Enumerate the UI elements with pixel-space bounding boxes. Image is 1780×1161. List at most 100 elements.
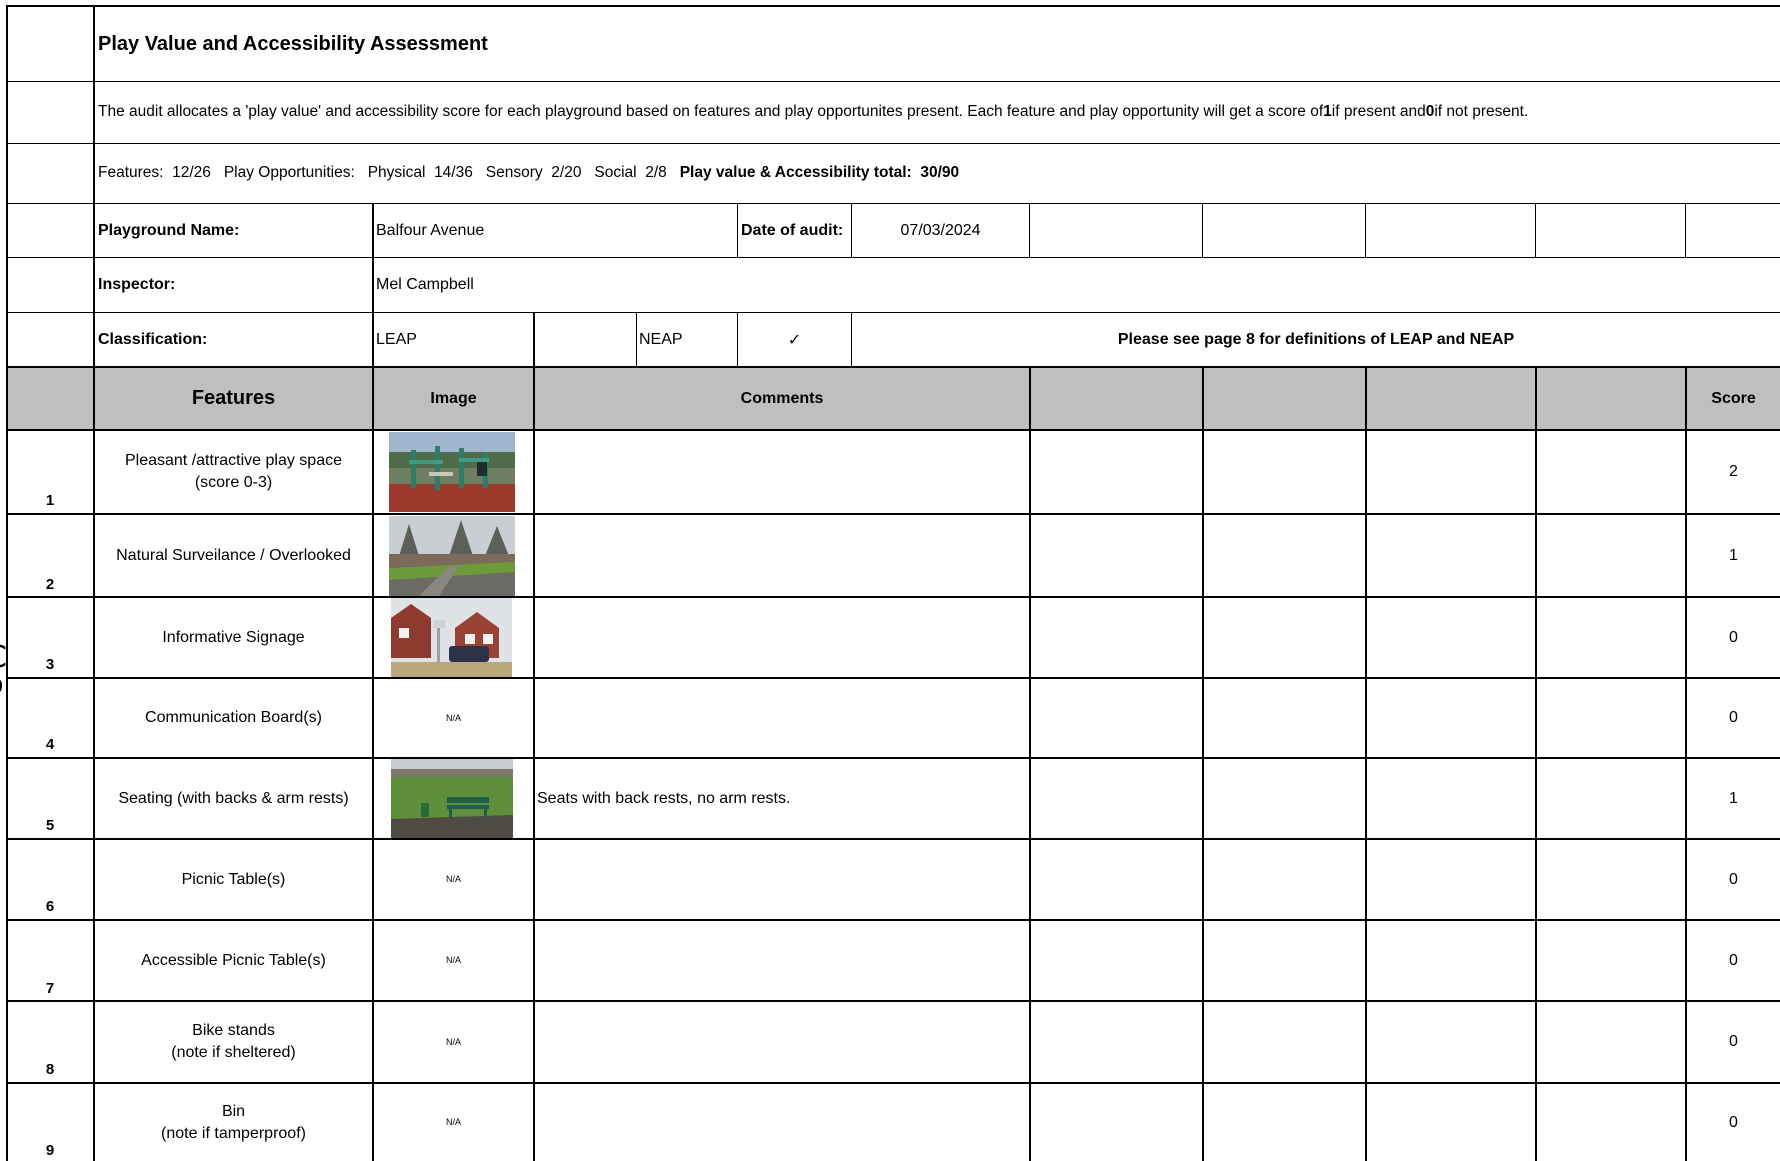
comment-cell bbox=[537, 921, 1027, 1000]
edge-fragment: O bbox=[0, 675, 3, 700]
grid-line bbox=[1365, 203, 1366, 257]
date-of-audit-label: Date of audit: bbox=[741, 221, 844, 239]
summary-social-label: Social bbox=[594, 164, 637, 182]
score-summary: Features: 12/26 Play Opportunities: Phys… bbox=[98, 144, 1778, 203]
feature-line: (score 0-3) bbox=[194, 474, 273, 491]
comment-cell bbox=[537, 840, 1027, 919]
feature-line: (note if sheltered) bbox=[171, 1044, 296, 1061]
grid-line bbox=[533, 312, 535, 1161]
column-header-features: Features bbox=[191, 387, 276, 409]
summary-features-value: 12/26 bbox=[172, 164, 211, 182]
row-number: 3 bbox=[45, 656, 55, 673]
grid-line bbox=[1365, 367, 1367, 1161]
feature-name: Accessible Picnic Table(s) bbox=[141, 951, 326, 969]
bench-photo bbox=[391, 759, 513, 838]
date-of-audit-value: 07/03/2024 bbox=[900, 221, 981, 239]
intro-middle: if present and bbox=[1331, 103, 1426, 121]
row-number: 8 bbox=[45, 1061, 55, 1078]
comment-cell bbox=[537, 515, 1027, 596]
page-title: Play Value and Accessibility Assessment bbox=[98, 32, 488, 55]
row-number: 1 bbox=[45, 492, 55, 509]
row-number: 5 bbox=[45, 817, 55, 834]
houses-sign-photo bbox=[391, 598, 512, 677]
feature-name: Picnic Table(s) bbox=[181, 870, 286, 888]
score-cell: 0 bbox=[1729, 709, 1738, 727]
trees-path-photo bbox=[389, 516, 515, 596]
edge-fragment: C bbox=[0, 640, 7, 675]
comment-cell: Seats with back rests, no arm rests. bbox=[537, 789, 791, 807]
comment-cell bbox=[537, 598, 1027, 677]
intro-one: 1 bbox=[1323, 103, 1332, 121]
intro-zero: 0 bbox=[1425, 103, 1435, 121]
image-not-available: N/A bbox=[445, 712, 461, 723]
feature-line: (note if tamperproof) bbox=[161, 1124, 306, 1142]
neap-checkmark: ✓ bbox=[787, 329, 802, 349]
score-cell: 0 bbox=[1729, 870, 1738, 888]
summary-sensory-value: 2/20 bbox=[551, 164, 582, 182]
feature-name: Seating (with backs & arm rests) bbox=[118, 789, 349, 807]
grid-line bbox=[1202, 203, 1203, 257]
comment-cell bbox=[537, 1084, 1027, 1161]
row-number: 7 bbox=[45, 980, 55, 997]
score-cell: 1 bbox=[1729, 789, 1738, 807]
classification-neap: NEAP bbox=[639, 330, 683, 348]
image-not-available: N/A bbox=[445, 1117, 461, 1128]
summary-features-label: Features: bbox=[98, 164, 164, 182]
row-number: 6 bbox=[45, 898, 55, 915]
summary-physical-value: 14/36 bbox=[434, 164, 473, 182]
image-not-available: N/A bbox=[445, 955, 461, 966]
summary-total-value: 30/90 bbox=[920, 164, 960, 182]
intro-text: The audit allocates a 'play value' and a… bbox=[98, 82, 1778, 143]
row-number: 2 bbox=[45, 576, 55, 593]
feature-name: Bin (note if tamperproof) bbox=[95, 1084, 372, 1161]
row-number: 9 bbox=[45, 1142, 55, 1159]
intro-after: if not present. bbox=[1434, 103, 1529, 121]
comment-cell bbox=[537, 431, 1027, 513]
image-not-available: N/A bbox=[445, 1036, 461, 1047]
grid-line bbox=[1029, 367, 1031, 1161]
feature-line: Bin bbox=[221, 1102, 246, 1120]
grid-line bbox=[636, 312, 637, 367]
playground-photo bbox=[389, 432, 515, 512]
summary-opportunities-label: Play Opportunities: bbox=[223, 164, 355, 182]
assessment-sheet: J C O Play Value and Accessibility Asses… bbox=[0, 0, 1780, 1161]
score-cell: 0 bbox=[1729, 1033, 1738, 1051]
feature-name: Bike stands (note if sheltered) bbox=[95, 1002, 372, 1082]
grid-line bbox=[1029, 203, 1030, 257]
score-cell: 0 bbox=[1729, 951, 1738, 969]
comment-cell bbox=[537, 1002, 1027, 1082]
feature-name: Communication Board(s) bbox=[145, 709, 322, 727]
playground-name-label: Playground Name: bbox=[98, 221, 240, 239]
column-header-score: Score bbox=[1711, 389, 1756, 407]
grid-line bbox=[737, 203, 738, 257]
score-cell: 0 bbox=[1729, 628, 1738, 646]
grid-line bbox=[1535, 367, 1537, 1161]
score-cell: 0 bbox=[1729, 1113, 1738, 1131]
classification-leap: LEAP bbox=[376, 330, 417, 348]
feature-line: Pleasant /attractive play space bbox=[124, 452, 342, 470]
summary-physical-label: Physical bbox=[367, 164, 426, 182]
feature-name: Pleasant /attractive play space (score 0… bbox=[95, 431, 372, 513]
feature-name: Informative Signage bbox=[162, 628, 305, 646]
score-cell: 2 bbox=[1729, 463, 1738, 481]
summary-sensory-label: Sensory bbox=[485, 164, 543, 182]
playground-name-value: Balfour Avenue bbox=[376, 221, 485, 239]
column-header-comments: Comments bbox=[740, 389, 824, 407]
feature-line: Bike stands bbox=[192, 1022, 275, 1040]
column-header-image: Image bbox=[430, 389, 477, 407]
classification-label: Classification: bbox=[98, 330, 208, 348]
inspector-label: Inspector: bbox=[98, 276, 176, 294]
grid-line bbox=[1685, 203, 1686, 257]
inspector-value: Mel Campbell bbox=[376, 276, 474, 294]
image-not-available: N/A bbox=[445, 874, 461, 885]
row-number: 4 bbox=[45, 736, 55, 753]
summary-total-label: Play value & Accessibility total: bbox=[679, 164, 912, 182]
intro-before: The audit allocates a 'play value' and a… bbox=[98, 103, 1324, 121]
grid-line bbox=[1202, 367, 1204, 1161]
definitions-note: Please see page 8 for definitions of LEA… bbox=[1117, 330, 1515, 348]
grid-line bbox=[1535, 203, 1536, 257]
feature-name: Natural Surveilance / Overlooked bbox=[116, 546, 351, 564]
grid-line bbox=[6, 5, 8, 1161]
comment-cell bbox=[537, 679, 1027, 757]
summary-social-value: 2/8 bbox=[645, 164, 667, 182]
